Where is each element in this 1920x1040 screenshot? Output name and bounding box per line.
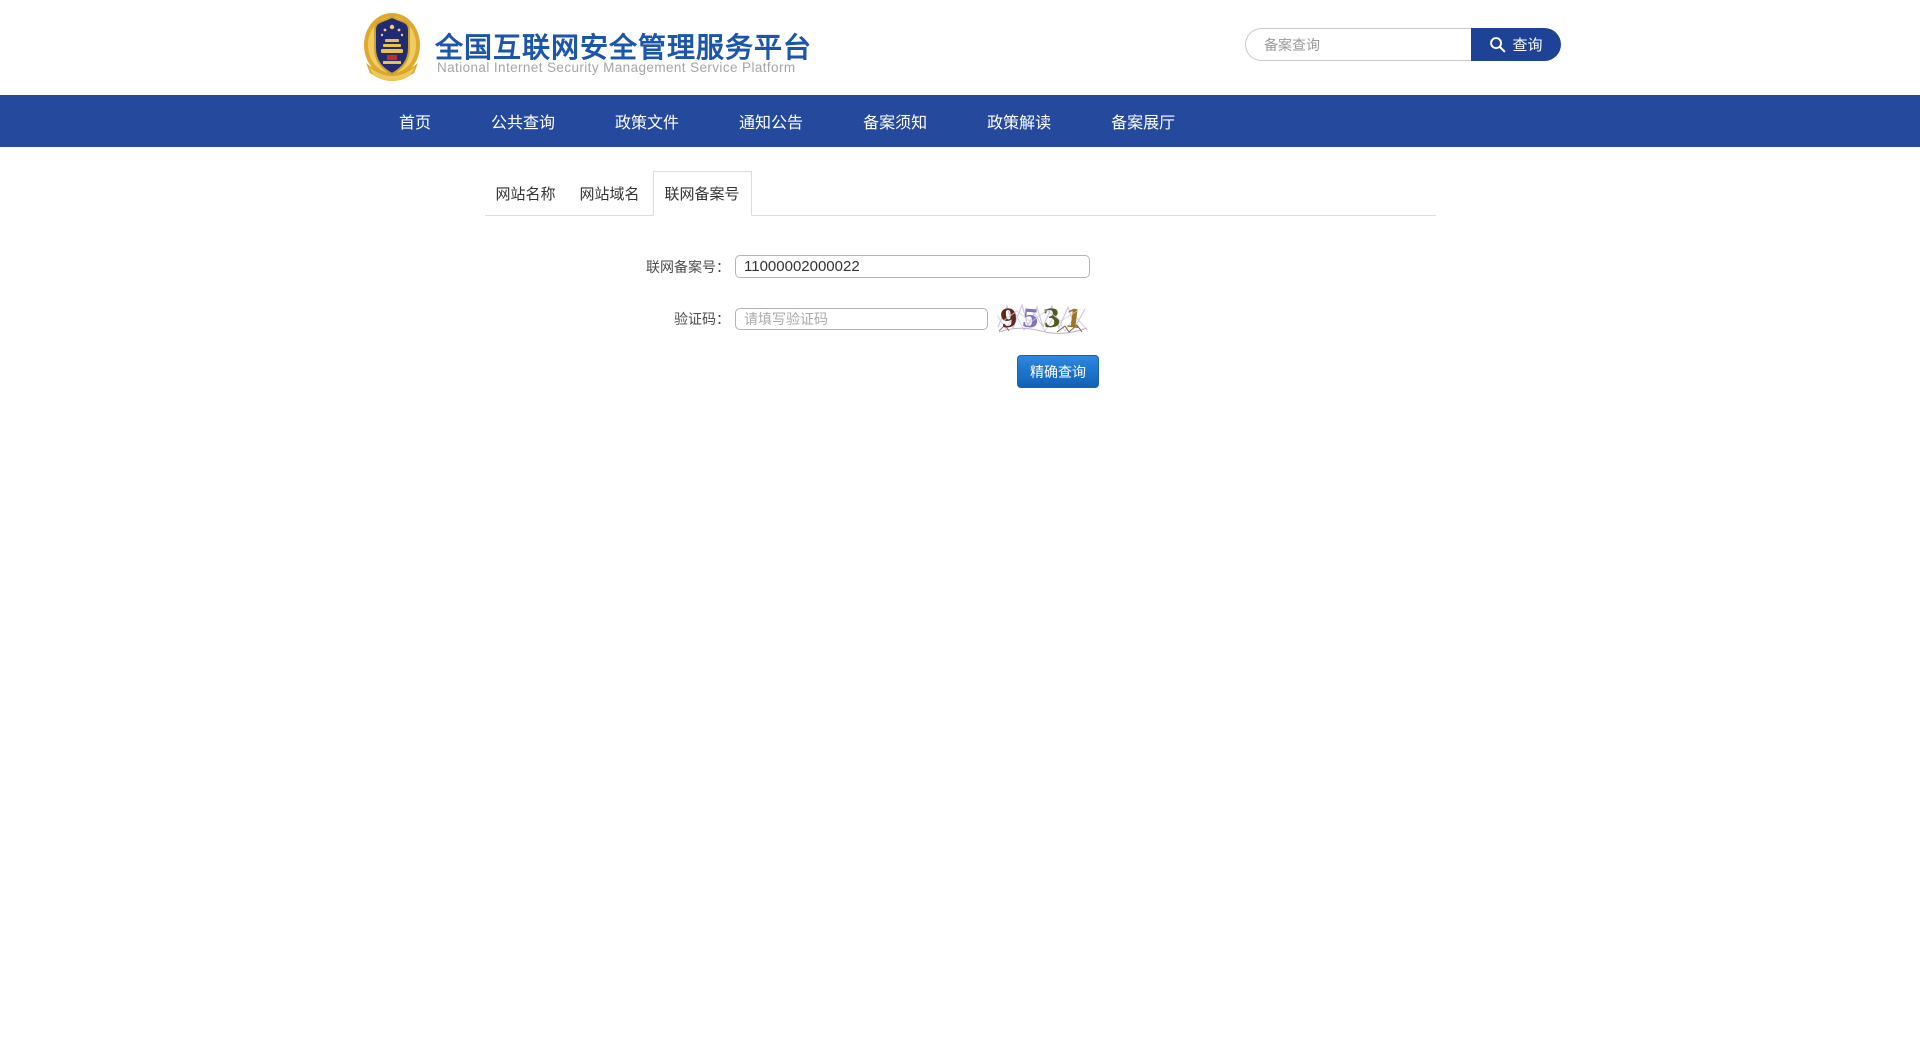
police-badge-logo: [361, 11, 423, 82]
header: 全国互联网安全管理服务平台 National Internet Security…: [0, 0, 1920, 95]
search-icon: [1489, 36, 1506, 53]
nav-item-policy-interpretation[interactable]: 政策解读: [987, 109, 1051, 133]
site-subtitle: National Internet Security Management Se…: [437, 60, 796, 75]
main-content: 网站名称 网站域名 联网备案号 联网备案号： 验证码： 9 5 3 1 精确查询: [0, 147, 1920, 1040]
record-number-label: 联网备案号：: [525, 256, 730, 278]
nav-item-filing-instructions[interactable]: 备案须知: [863, 109, 927, 133]
captcha-input[interactable]: [735, 308, 988, 330]
search-button-label: 查询: [1512, 34, 1542, 55]
captcha-digit-1: 9: [999, 303, 1019, 334]
nav-item-filing-hall[interactable]: 备案展厅: [1111, 109, 1175, 133]
search-input[interactable]: [1245, 28, 1471, 61]
nav-item-public-query[interactable]: 公共查询: [491, 109, 555, 133]
query-form: 联网备案号： 验证码： 9 5 3 1 精确查询: [0, 216, 1920, 816]
captcha-digit-3: 3: [1042, 303, 1062, 333]
query-tabs: 网站名称 网站域名 联网备案号: [485, 171, 1436, 216]
tab-website-name[interactable]: 网站名称: [485, 172, 567, 215]
captcha-digit-2: 5: [1021, 303, 1041, 333]
main-nav: 首页 公共查询 政策文件 通知公告 备案须知 政策解读 备案展厅: [0, 95, 1920, 147]
header-search: 查询: [1245, 28, 1561, 61]
captcha-image[interactable]: 9 5 3 1: [997, 301, 1088, 334]
captcha-digit-4: 1: [1063, 303, 1084, 334]
captcha-label: 验证码：: [525, 308, 730, 330]
tab-record-number[interactable]: 联网备案号: [653, 171, 752, 216]
tab-website-domain[interactable]: 网站域名: [569, 172, 651, 215]
nav-item-home[interactable]: 首页: [399, 109, 431, 133]
precise-query-button[interactable]: 精确查询: [1017, 355, 1099, 388]
nav-item-notices[interactable]: 通知公告: [739, 109, 803, 133]
record-number-input[interactable]: [735, 255, 1090, 278]
nav-item-policy-documents[interactable]: 政策文件: [615, 109, 679, 133]
search-button[interactable]: 查询: [1471, 28, 1561, 61]
